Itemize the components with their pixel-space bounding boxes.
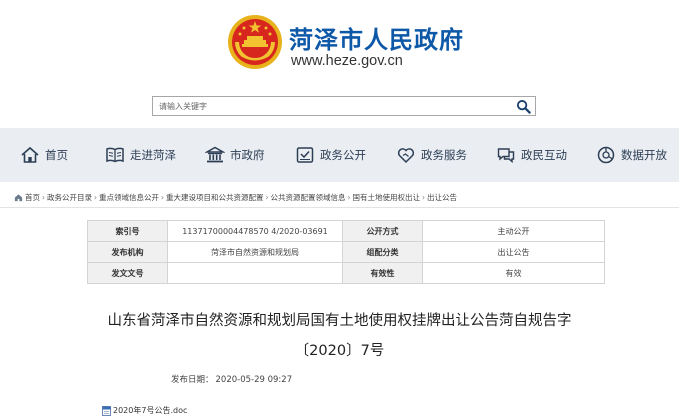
meta-value: 有效 (422, 262, 605, 284)
breadcrumb: 首页 › 政务公开目录 › 重点领域信息公开 › 重大建设项目和公共资源配置 ›… (14, 191, 457, 203)
home-icon (14, 193, 23, 201)
nav-item-public-affairs[interactable]: 政务公开 (295, 128, 366, 182)
meta-value: 11371700004478570 4/2020-03691 (167, 220, 343, 242)
book-icon (106, 147, 124, 163)
attachment-name: 2020年7号公告.doc (113, 406, 188, 415)
nav-label: 首页 (45, 148, 68, 162)
document-title: 山东省菏泽市自然资源和规划局国有土地使用权挂牌出让公告菏自规告字 〔2020〕7… (0, 306, 679, 366)
meta-value (167, 262, 343, 284)
meta-value: 菏泽市自然资源和规划局 (167, 241, 343, 263)
word-file-icon (102, 405, 111, 416)
breadcrumb-link[interactable]: 首页 (25, 192, 40, 203)
breadcrumb-link[interactable]: 政务公开目录 (47, 192, 92, 203)
attachment-link[interactable]: 2020年7号公告.doc (102, 405, 187, 416)
nav-item-interaction[interactable]: 政民互动 (496, 128, 567, 182)
search-input[interactable] (153, 97, 513, 115)
nav-label: 政民互动 (521, 148, 567, 162)
data-icon (597, 146, 615, 164)
breadcrumb-link[interactable]: 出让公告 (427, 192, 457, 203)
breadcrumb-separator: › (265, 192, 269, 202)
search-bar (152, 96, 536, 116)
breadcrumb-link[interactable]: 国有土地使用权出让 (353, 192, 421, 203)
main-nav: 首页 走进菏泽 市政府 政务公开 政务服务 政民互动 数据开放 (0, 128, 679, 182)
breadcrumb-separator: › (347, 192, 351, 202)
breadcrumb-link[interactable]: 重大建设项目和公共资源配置 (166, 192, 264, 203)
meta-label: 有效性 (342, 262, 423, 284)
table-row: 索引号 11371700004478570 4/2020-03691 公开方式 … (87, 220, 605, 242)
meta-label: 发布机构 (87, 241, 168, 263)
meta-label: 公开方式 (342, 220, 423, 242)
breadcrumb-link[interactable]: 重点领域信息公开 (99, 192, 159, 203)
site-title: 菏泽市人民政府 (289, 26, 464, 54)
site-header: 菏泽市人民政府 www.heze.gov.cn (0, 0, 679, 90)
nav-item-about[interactable]: 走进菏泽 (105, 128, 176, 182)
breadcrumb-separator: › (422, 192, 425, 202)
breadcrumb-separator: › (42, 192, 45, 202)
meta-label: 索引号 (87, 220, 168, 242)
publish-date-label: 发布日期： (171, 375, 214, 385)
site-url: www.heze.gov.cn (291, 53, 403, 69)
page: 菏泽市人民政府 www.heze.gov.cn 首页 (0, 0, 679, 419)
document-meta-table: 索引号 11371700004478570 4/2020-03691 公开方式 … (87, 220, 605, 284)
chat-icon (497, 148, 515, 164)
document-title-line: 山东省菏泽市自然资源和规划局国有土地使用权挂牌出让公告菏自规告字 (107, 313, 572, 329)
national-emblem-icon (228, 15, 282, 69)
meta-label: 发文文号 (87, 262, 168, 284)
breadcrumb-link[interactable]: 公共资源配置领域信息 (271, 192, 346, 203)
nav-label: 走进菏泽 (130, 148, 176, 162)
nav-item-government[interactable]: 市政府 (205, 128, 265, 182)
meta-value: 主动公开 (422, 220, 605, 242)
nav-label: 市政府 (230, 148, 265, 162)
search-icon[interactable] (516, 99, 531, 114)
nav-item-home[interactable]: 首页 (20, 128, 68, 182)
document-icon (296, 147, 314, 163)
publish-info: 发布日期： 2020-05-29 09:27 (171, 373, 292, 385)
nav-label: 政务公开 (320, 148, 366, 162)
table-row: 发布机构 菏泽市自然资源和规划局 组配分类 出让公告 (87, 241, 605, 263)
breadcrumb-separator: › (94, 192, 97, 202)
handshake-icon (397, 148, 415, 164)
breadcrumb-separator: › (161, 192, 164, 202)
meta-value: 出让公告 (422, 241, 605, 263)
meta-label: 组配分类 (342, 241, 423, 263)
document-title-line: 〔2020〕7号 (294, 343, 385, 359)
building-icon (205, 146, 225, 163)
nav-item-services[interactable]: 政务服务 (396, 128, 467, 182)
nav-label: 数据开放 (621, 148, 667, 162)
divider (0, 207, 679, 208)
nav-label: 政务服务 (421, 148, 467, 162)
publish-date: 2020-05-29 09:27 (215, 375, 293, 385)
table-row: 发文文号 有效性 有效 (87, 262, 605, 284)
home-icon (21, 146, 39, 163)
nav-item-open-data[interactable]: 数据开放 (596, 128, 667, 182)
